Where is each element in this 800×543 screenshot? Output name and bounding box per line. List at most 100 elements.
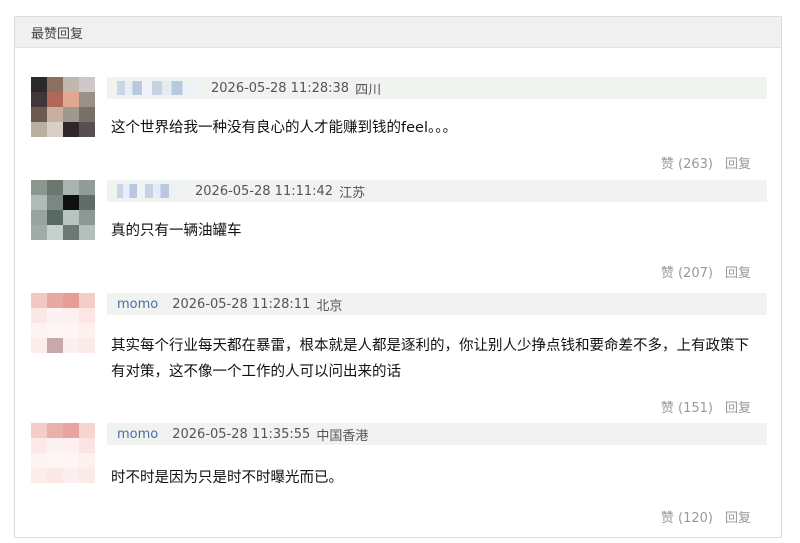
avatar-pixel <box>31 225 47 240</box>
avatar-pixel <box>47 77 63 92</box>
avatar-pixel <box>79 423 95 438</box>
avatar-pixel <box>31 122 47 137</box>
avatar-pixel <box>47 423 63 438</box>
comment-text: 这个世界给我一种没有良心的人才能赚到钱的feel。。。 <box>111 120 457 136</box>
avatar-pixel <box>79 225 95 240</box>
comment-nickname[interactable]: momo <box>117 297 158 312</box>
avatar-pixel <box>31 323 47 338</box>
like-button[interactable]: 赞 (263) <box>661 157 713 172</box>
section-header: 最赞回复 <box>15 17 781 48</box>
comment-meta: 2026-05-28 11:11:42 江苏 <box>107 180 767 202</box>
avatar-pixel <box>47 180 63 195</box>
avatar-pixel <box>79 77 95 92</box>
avatar-pixel <box>47 107 63 122</box>
avatar-pixel <box>31 468 47 483</box>
avatar-pixel <box>79 338 95 353</box>
avatar-pixel <box>79 195 95 210</box>
avatar[interactable] <box>31 77 95 137</box>
avatar-pixel <box>63 225 79 240</box>
nickname-blurred[interactable] <box>117 81 195 95</box>
avatar-pixel <box>79 180 95 195</box>
comment-meta: 2026-05-28 11:28:38 四川 <box>107 77 767 99</box>
avatar-pixel <box>63 453 79 468</box>
reply-button[interactable]: 回复 <box>725 266 751 281</box>
comment-location: 北京 <box>316 298 343 314</box>
comment-time: 2026-05-28 11:28:11 <box>172 296 311 312</box>
comment-text: 时不时是因为只是时不时曝光而已。 <box>111 470 343 486</box>
avatar-pixel <box>31 77 47 92</box>
comment-item: momo 2026-05-28 11:28:11 北京 其实每个行业每天都在暴雷… <box>15 293 767 416</box>
comment-actions: 赞 (263) 回复 <box>661 153 751 172</box>
comment-location: 江苏 <box>339 185 366 201</box>
avatar-pixel <box>47 453 63 468</box>
avatar-pixel <box>79 122 95 137</box>
avatar-pixel <box>47 122 63 137</box>
avatar-pixel <box>63 195 79 210</box>
comment-text: 真的只有一辆油罐车 <box>111 223 242 239</box>
avatar[interactable] <box>31 180 95 240</box>
avatar-pixel <box>47 438 63 453</box>
avatar-pixel <box>79 438 95 453</box>
nickname-blurred[interactable] <box>117 184 179 198</box>
section-title: 最赞回复 <box>31 26 84 42</box>
avatar-pixel <box>79 468 95 483</box>
avatar-pixel <box>47 323 63 338</box>
avatar-pixel <box>63 423 79 438</box>
avatar-pixel <box>47 293 63 308</box>
reply-button[interactable]: 回复 <box>725 157 751 172</box>
avatar-pixel <box>47 210 63 225</box>
comment-time: 2026-05-28 11:11:42 <box>195 183 334 199</box>
avatar-pixel <box>63 293 79 308</box>
avatar-pixel <box>31 423 47 438</box>
comment-time: 2026-05-28 11:28:38 <box>211 80 350 96</box>
comment-location: 中国香港 <box>316 428 369 444</box>
comment-item: 2026-05-28 11:28:38 四川 这个世界给我一种没有良心的人才能赚… <box>15 77 767 177</box>
avatar-pixel <box>31 338 47 353</box>
avatar-pixel <box>31 293 47 308</box>
avatar-pixel <box>63 468 79 483</box>
avatar-pixel <box>63 323 79 338</box>
comment-meta: momo 2026-05-28 11:28:11 北京 <box>107 293 767 315</box>
reply-button[interactable]: 回复 <box>725 401 751 416</box>
avatar-pixel <box>79 308 95 323</box>
avatar-pixel <box>79 210 95 225</box>
avatar-pixel <box>47 92 63 107</box>
avatar-pixel <box>47 225 63 240</box>
avatar-pixel <box>31 107 47 122</box>
avatar-pixel <box>47 195 63 210</box>
avatar-pixel <box>79 453 95 468</box>
comment-item: momo 2026-05-28 11:35:55 中国香港 时不时是因为只是时不… <box>15 423 767 533</box>
avatar-pixel <box>79 293 95 308</box>
avatar-pixel <box>63 210 79 225</box>
comment-meta: momo 2026-05-28 11:35:55 中国香港 <box>107 423 767 445</box>
avatar-pixel <box>31 180 47 195</box>
avatar-pixel <box>31 438 47 453</box>
avatar[interactable] <box>31 423 95 483</box>
avatar-pixel <box>31 195 47 210</box>
comment-nickname[interactable]: momo <box>117 427 158 442</box>
avatar-pixel <box>63 122 79 137</box>
avatar[interactable] <box>31 293 95 353</box>
avatar-pixel <box>63 438 79 453</box>
comment-text: 其实每个行业每天都在暴雷，根本就是人都是逐利的，你让别人少挣点钱和要命差不多，上… <box>111 338 749 380</box>
comment-time: 2026-05-28 11:35:55 <box>172 426 311 442</box>
like-button[interactable]: 赞 (120) <box>661 511 713 526</box>
like-button[interactable]: 赞 (207) <box>661 266 713 281</box>
comment-actions: 赞 (151) 回复 <box>661 397 751 416</box>
like-button[interactable]: 赞 (151) <box>661 401 713 416</box>
avatar-pixel <box>63 77 79 92</box>
avatar-pixel <box>79 92 95 107</box>
avatar-pixel <box>63 107 79 122</box>
avatar-pixel <box>79 323 95 338</box>
avatar-pixel <box>31 210 47 225</box>
avatar-pixel <box>63 308 79 323</box>
avatar-pixel <box>47 468 63 483</box>
comment-actions: 赞 (207) 回复 <box>661 262 751 281</box>
avatar-pixel <box>47 338 63 353</box>
avatar-pixel <box>31 308 47 323</box>
avatar-pixel <box>79 107 95 122</box>
avatar-pixel <box>47 308 63 323</box>
hot-replies-panel: 最赞回复 2026-05-28 11:28:38 四川 这个世界给我一种没有良心… <box>14 16 782 538</box>
reply-button[interactable]: 回复 <box>725 511 751 526</box>
comment-actions: 赞 (120) 回复 <box>661 507 751 526</box>
